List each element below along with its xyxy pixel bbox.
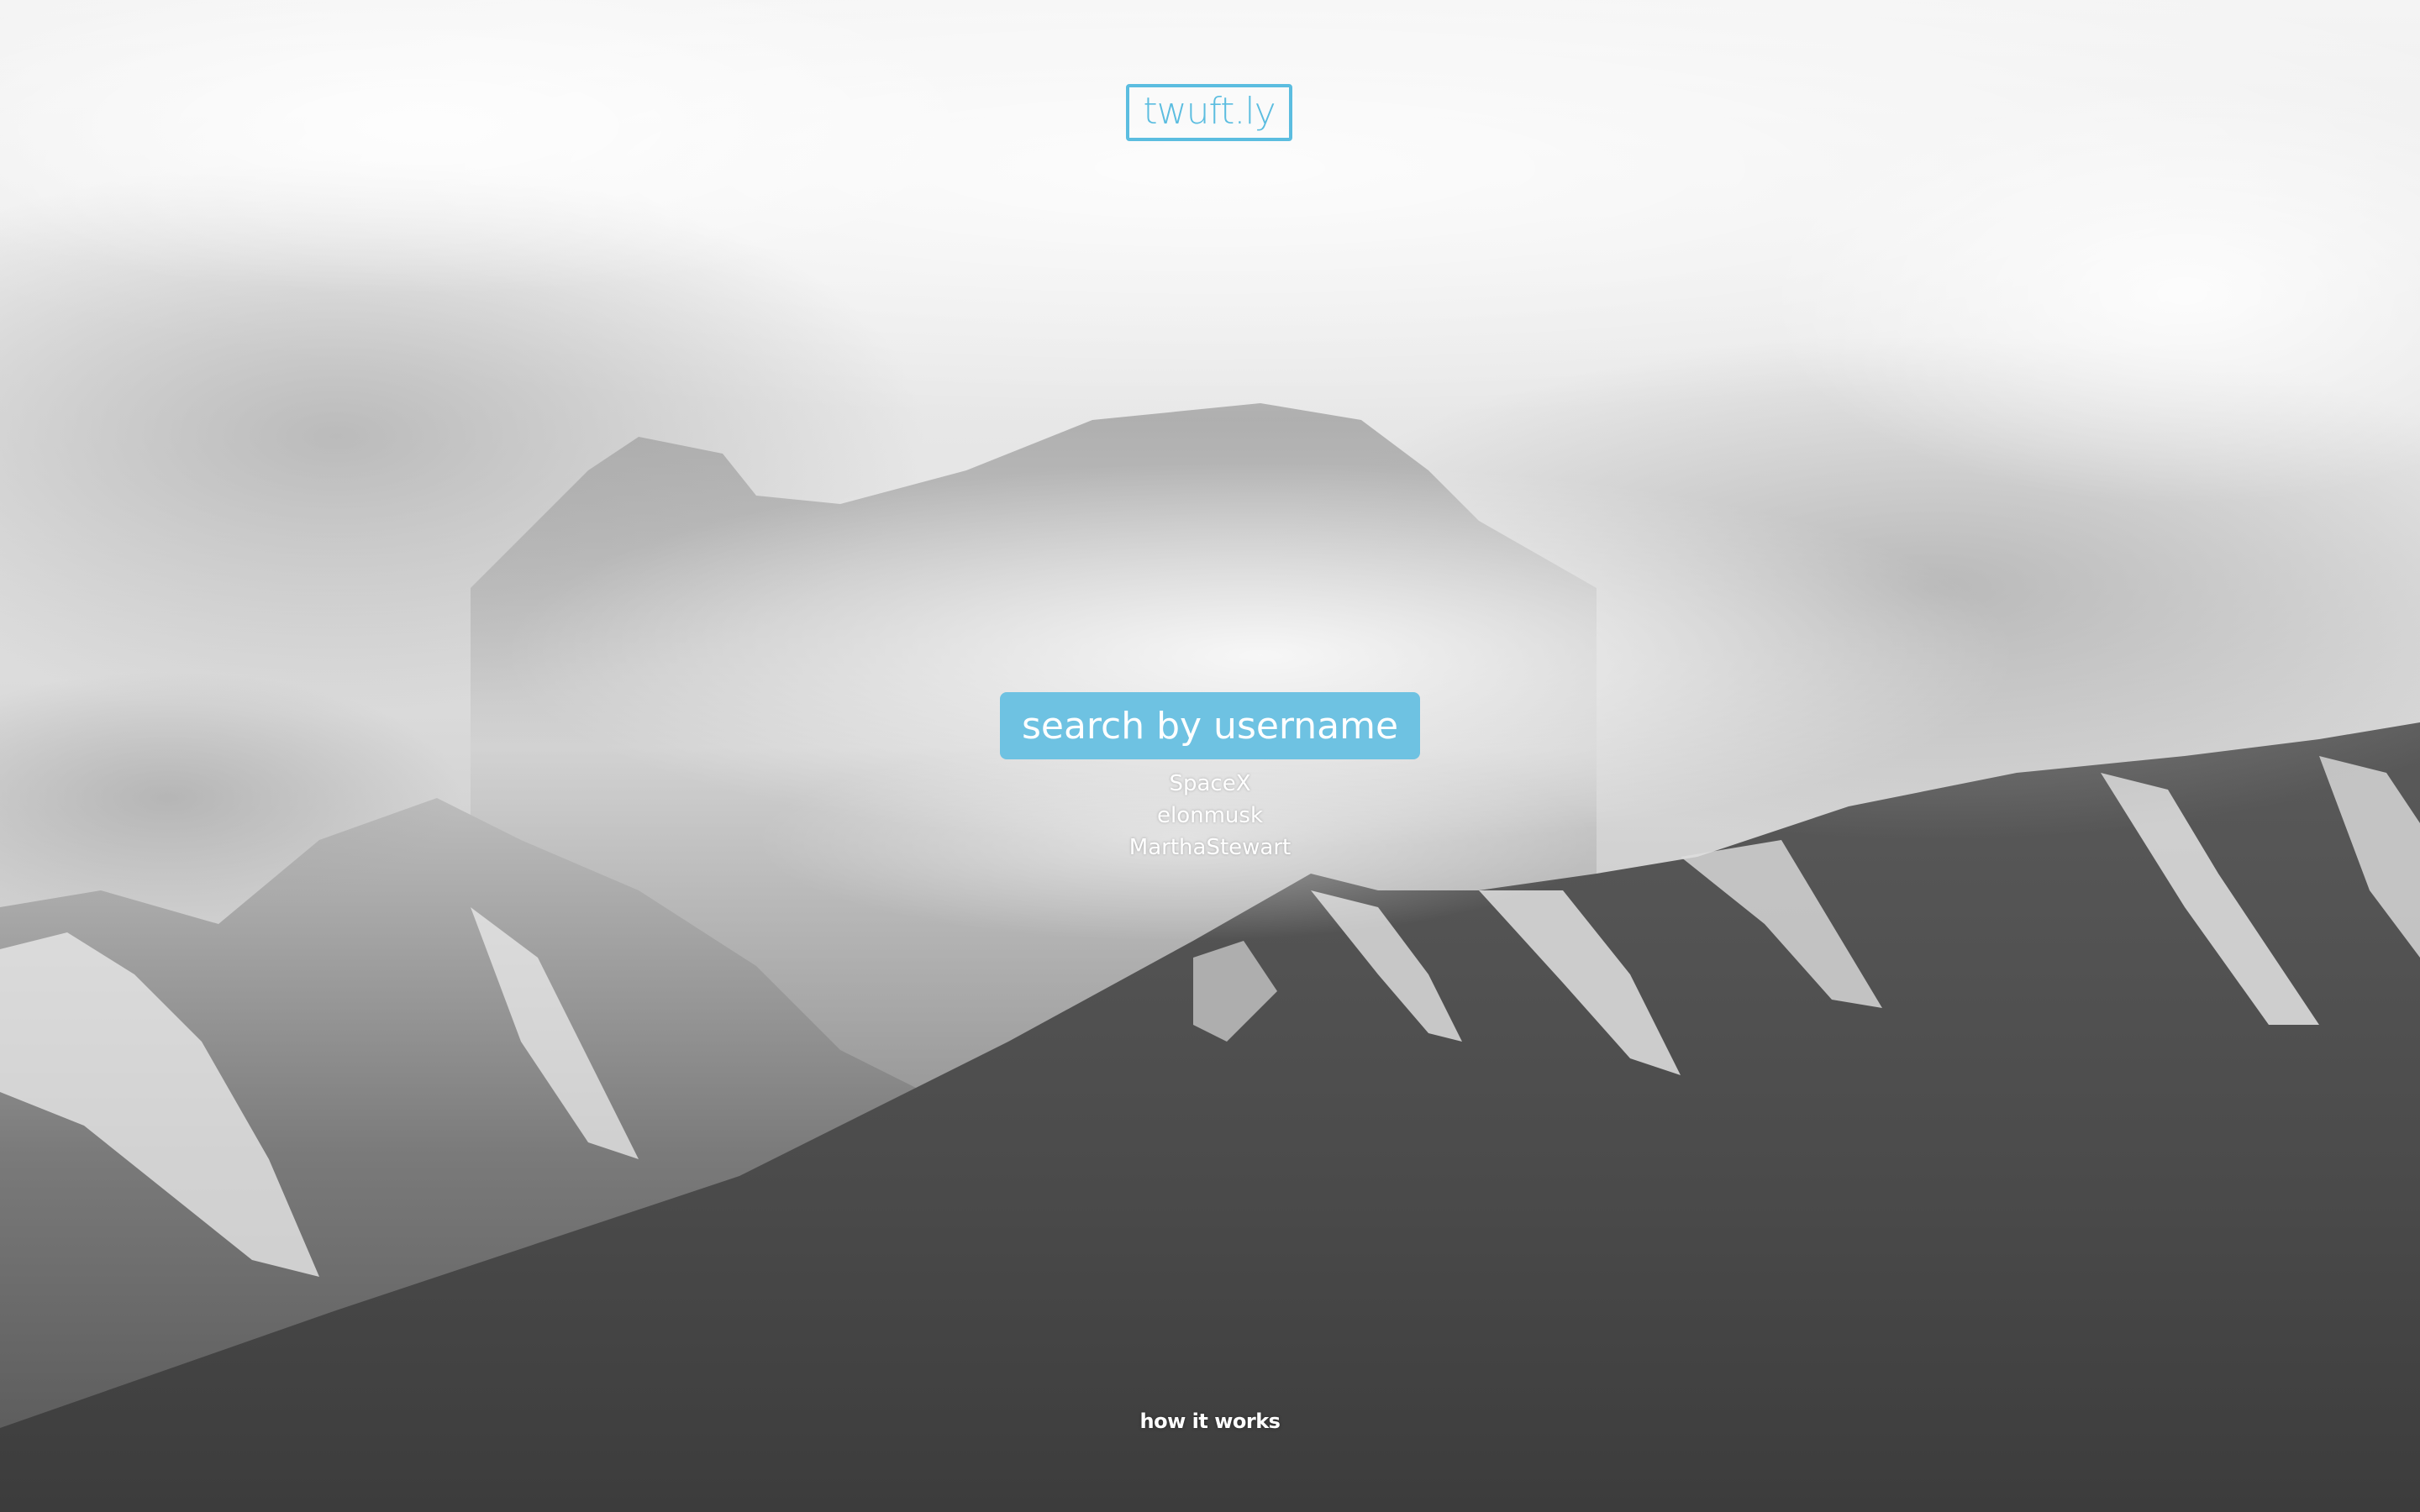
suggestion-item-elonmusk[interactable]: elonmusk: [1042, 800, 1378, 832]
page: twuft.ly SpaceX elonmusk MarthaStewart h…: [0, 0, 2420, 1512]
suggestion-item-spacex[interactable]: SpaceX: [1042, 768, 1378, 800]
search-input[interactable]: [1000, 692, 1420, 759]
logo-link[interactable]: twuft.ly: [1126, 84, 1292, 141]
suggestion-item-marthastewart[interactable]: MarthaStewart: [1042, 832, 1378, 864]
how-it-works-link[interactable]: how it works: [1084, 1408, 1336, 1435]
suggestion-list: SpaceX elonmusk MarthaStewart: [1042, 768, 1378, 864]
